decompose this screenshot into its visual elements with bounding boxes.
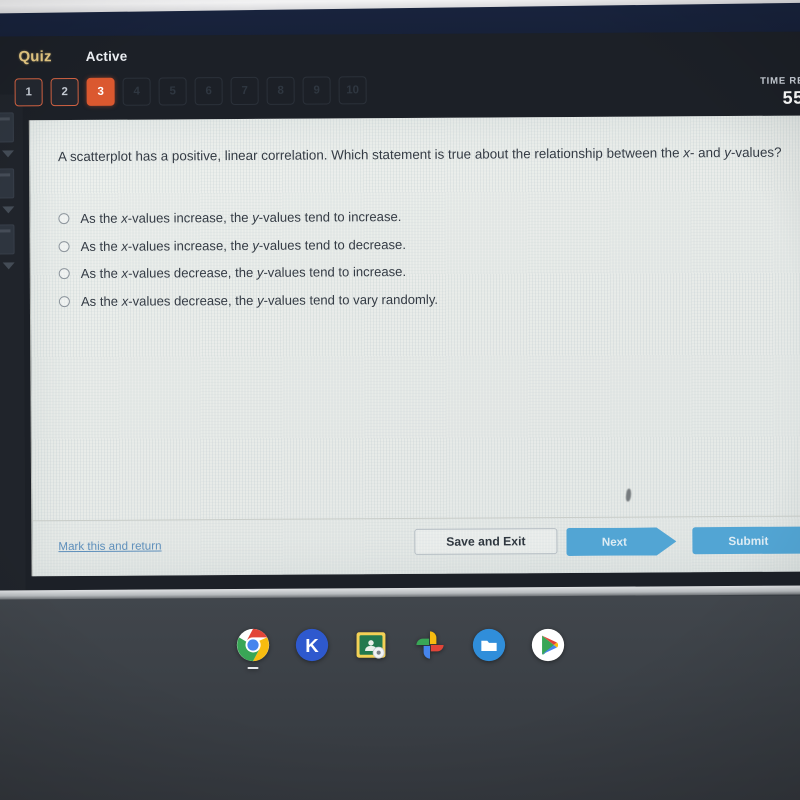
tab-quiz[interactable]: Quiz <box>18 48 51 65</box>
question-number-3[interactable]: 3 <box>86 77 115 106</box>
question-number-bar: 1 2 3 4 5 6 7 8 9 10 <box>14 76 367 107</box>
answer-option-3[interactable]: As the x-values decrease, the y-values t… <box>58 261 800 283</box>
question-text-part2: - and <box>689 145 725 161</box>
time-remaining-value: 55:2 <box>782 87 800 108</box>
answer-option-2[interactable]: As the x-values increase, the y-values t… <box>58 233 800 255</box>
slide-thumbnail[interactable] <box>0 112 14 143</box>
question-number-6[interactable]: 6 <box>194 77 223 106</box>
answer-option-1-label: As the x-values increase, the y-values t… <box>80 209 402 226</box>
question-number-10[interactable]: 10 <box>338 76 367 105</box>
save-and-exit-button[interactable]: Save and Exit <box>414 528 558 555</box>
answer-option-4-label: As the x-values decrease, the y-values t… <box>80 291 439 309</box>
kami-icon[interactable]: K <box>295 628 329 662</box>
question-text-part3: -values? <box>730 144 782 161</box>
question-text-part1: A scatterplot has a positive, linear cor… <box>57 145 684 165</box>
next-button[interactable]: Next <box>566 527 676 556</box>
google-photos-icon[interactable] <box>413 628 447 662</box>
google-classroom-icon[interactable] <box>354 628 388 662</box>
chrome-icon[interactable] <box>236 628 270 669</box>
answer-option-3-label: As the x-values decrease, the y-values t… <box>80 264 407 282</box>
submit-button[interactable]: Submit <box>692 526 800 555</box>
files-icon[interactable] <box>472 628 506 662</box>
question-number-9[interactable]: 9 <box>302 76 331 105</box>
screen-dust-speck <box>625 488 632 502</box>
chromeos-shelf: K <box>0 585 800 800</box>
slide-thumbnail-rail[interactable] <box>0 94 26 599</box>
triangle-icon <box>1 150 15 158</box>
tab-active[interactable]: Active <box>86 49 128 64</box>
question-card: A scatterplot has a positive, linear cor… <box>28 115 800 577</box>
mark-this-and-return-link[interactable]: Mark this and return <box>58 539 161 553</box>
time-remaining-label: TIME REMA <box>760 75 800 87</box>
question-number-1[interactable]: 1 <box>14 78 43 107</box>
quiz-app-window: Quiz Active 1 2 3 4 5 6 7 8 9 10 TIME RE… <box>0 31 800 599</box>
app-tab-bar: Quiz Active <box>18 48 128 65</box>
radio-button-icon[interactable] <box>58 213 70 225</box>
svg-text:K: K <box>305 635 319 656</box>
question-text: A scatterplot has a positive, linear cor… <box>58 142 800 168</box>
question-number-2[interactable]: 2 <box>50 77 79 107</box>
answer-option-1[interactable]: As the x-values increase, the y-values t… <box>58 206 800 228</box>
app-running-indicator <box>247 666 258 669</box>
triangle-icon <box>2 262 15 270</box>
question-number-7[interactable]: 7 <box>230 76 259 106</box>
slide-thumbnail[interactable] <box>0 224 15 255</box>
radio-button-icon[interactable] <box>58 268 70 280</box>
question-footer: Mark this and return Save and Exit Next … <box>32 515 800 577</box>
time-remaining: TIME REMA 55:2 <box>701 75 800 109</box>
question-number-5[interactable]: 5 <box>158 77 187 106</box>
answer-option-4[interactable]: As the x-values decrease, the y-values t… <box>58 289 800 311</box>
question-number-8[interactable]: 8 <box>266 76 295 105</box>
slide-thumbnail[interactable] <box>0 168 15 199</box>
radio-button-icon[interactable] <box>58 240 70 252</box>
radio-button-icon[interactable] <box>58 296 70 308</box>
shelf-dock: K <box>0 628 800 669</box>
question-number-4[interactable]: 4 <box>122 77 151 106</box>
triangle-icon <box>2 206 15 214</box>
answer-options: As the x-values increase, the y-values t… <box>58 206 800 321</box>
answer-option-2-label: As the x-values increase, the y-values t… <box>80 236 406 254</box>
play-store-icon[interactable] <box>531 628 565 662</box>
